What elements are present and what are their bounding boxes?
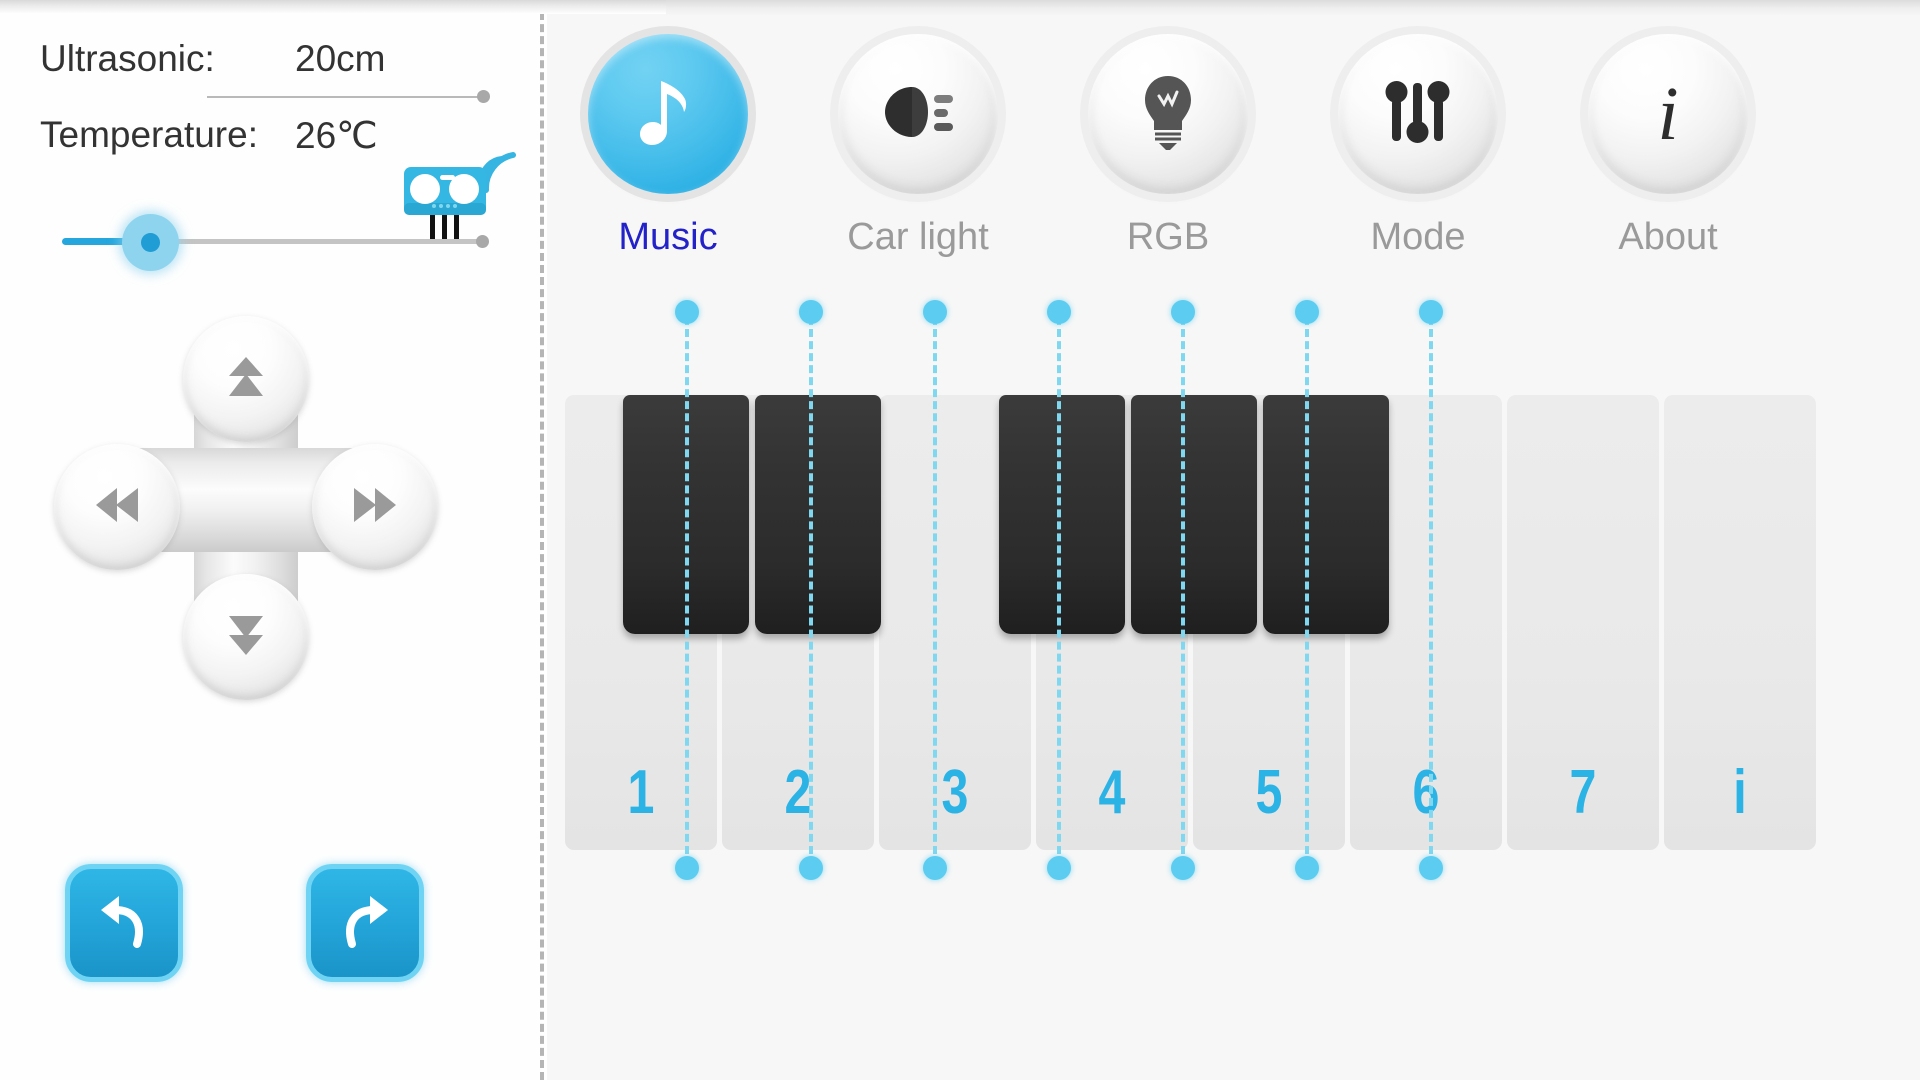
piano-guide-line: [809, 305, 813, 878]
piano-black-key[interactable]: [1131, 395, 1257, 634]
music-piano-keyboard: 1 2 3 4 5 6 7 i: [565, 395, 1885, 850]
piano-guide-dot-bottom: [799, 856, 823, 880]
nav-label-rgb: RGB: [1126, 216, 1210, 258]
ultrasonic-label: Ultrasonic:: [40, 38, 215, 79]
speed-slider[interactable]: [62, 214, 492, 271]
nav-label-car-light: Car light: [847, 216, 989, 258]
double-chevron-down-icon: [225, 612, 267, 663]
piano-guide-dot-bottom: [1171, 856, 1195, 880]
piano-guide-line: [1057, 305, 1061, 878]
curved-arrow-left-icon: [93, 890, 155, 957]
temperature-value: 26℃: [295, 114, 378, 156]
piano-white-key[interactable]: i: [1664, 395, 1816, 850]
panel-divider: [540, 0, 544, 1080]
dpad-down-button[interactable]: [183, 574, 309, 700]
ultrasonic-divider-line: [207, 96, 479, 98]
ultrasonic-readout-row: Ultrasonic: 20cm: [0, 32, 542, 86]
piano-guide-dot-bottom: [1047, 856, 1071, 880]
piano-guide-dot-top: [799, 300, 823, 324]
direction-pad: [48, 296, 448, 706]
piano-black-key[interactable]: [1263, 395, 1389, 634]
piano-guide-dot-bottom: [1295, 856, 1319, 880]
piano-guide-dot-top: [1047, 300, 1071, 324]
piano-key-label: 7: [1569, 758, 1597, 827]
slider-track[interactable]: [150, 239, 480, 244]
rgb-button[interactable]: [1088, 34, 1248, 194]
nav-label-mode: Mode: [1370, 216, 1466, 258]
piano-guide-line: [685, 305, 689, 878]
nav-label-music: Music: [618, 216, 718, 258]
piano-guide-dot-top: [923, 300, 947, 324]
nav-item-music[interactable]: Music: [567, 34, 769, 259]
dpad-right-button[interactable]: [312, 444, 438, 570]
temperature-label: Temperature:: [40, 114, 258, 155]
turn-left-button[interactable]: [65, 864, 183, 982]
piano-guide-dot-top: [1171, 300, 1195, 324]
piano-key-label: 3: [941, 758, 969, 827]
feature-panel-right: Music Car light RGB Mode i About 1 2 3 4…: [547, 0, 1920, 1080]
double-chevron-right-icon: [351, 484, 399, 531]
nav-label-about: About: [1618, 216, 1718, 258]
piano-key-label: i: [1733, 758, 1747, 827]
piano-guide-line: [1305, 305, 1309, 878]
sliders-icon: [1385, 80, 1451, 148]
piano-guide-line: [933, 305, 937, 878]
info-italic-i-icon: i: [1657, 72, 1679, 156]
car-light-button[interactable]: [838, 34, 998, 194]
slider-end-dot: [476, 235, 489, 248]
piano-guide-dot-top: [1419, 300, 1443, 324]
piano-black-key[interactable]: [755, 395, 881, 634]
window-top-shading-right: [666, 0, 1920, 16]
nav-item-rgb[interactable]: RGB: [1067, 34, 1269, 259]
feature-nav: Music Car light RGB Mode i About: [547, 34, 1920, 274]
piano-key-label: 2: [784, 758, 812, 827]
turn-right-button[interactable]: [306, 864, 424, 982]
piano-guide-dot-bottom: [923, 856, 947, 880]
music-note-icon: [637, 73, 699, 156]
piano-guide-dot-top: [1295, 300, 1319, 324]
piano-key-label: 5: [1255, 758, 1283, 827]
control-panel-left: Ultrasonic: 20cm Temperature: 26℃: [0, 0, 542, 1080]
piano-guide-dot-bottom: [1419, 856, 1443, 880]
dpad-left-button[interactable]: [54, 444, 180, 570]
dpad-up-button[interactable]: [183, 316, 309, 442]
nav-item-car-light[interactable]: Car light: [817, 34, 1019, 259]
piano-guide-dot-top: [675, 300, 699, 324]
nav-item-about[interactable]: i About: [1567, 34, 1769, 259]
piano-guide-dot-bottom: [675, 856, 699, 880]
double-chevron-up-icon: [225, 354, 267, 405]
light-bulb-icon: [1140, 74, 1196, 155]
music-button[interactable]: [588, 34, 748, 194]
piano-guide-line: [1181, 305, 1185, 878]
double-chevron-left-icon: [93, 484, 141, 531]
nav-item-mode[interactable]: Mode: [1317, 34, 1519, 259]
piano-guide-line: [1429, 305, 1433, 878]
curved-arrow-right-icon: [334, 890, 396, 957]
piano-key-label: 6: [1412, 758, 1440, 827]
piano-key-label: 1: [627, 758, 655, 827]
about-button[interactable]: i: [1588, 34, 1748, 194]
ultrasonic-sensor-icon: [396, 133, 516, 241]
mode-button[interactable]: [1338, 34, 1498, 194]
ultrasonic-divider-end-dot: [477, 90, 490, 103]
piano-white-key[interactable]: 7: [1507, 395, 1659, 850]
piano-key-label: 4: [1098, 758, 1126, 827]
slider-thumb-core: [141, 233, 160, 252]
ultrasonic-value: 20cm: [295, 38, 386, 79]
headlight-icon: [882, 84, 954, 145]
piano-black-key[interactable]: [999, 395, 1125, 634]
